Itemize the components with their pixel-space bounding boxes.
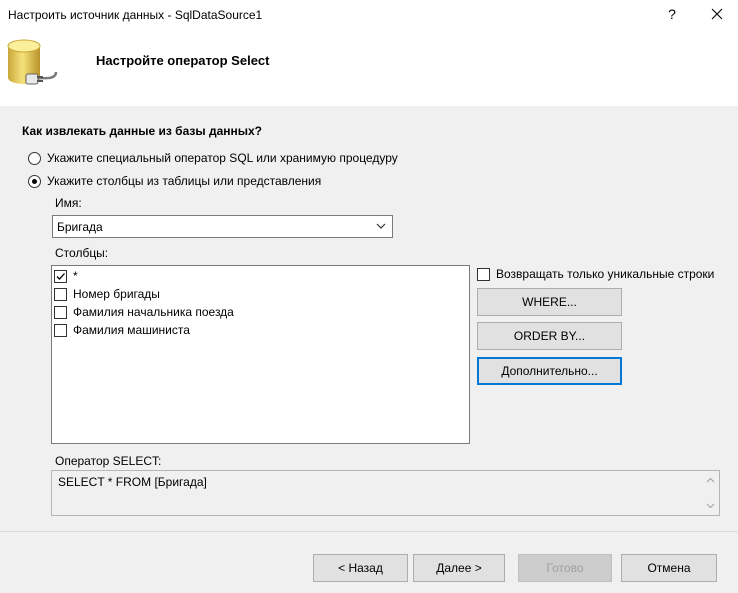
finish-button[interactable]: Готово bbox=[518, 554, 612, 582]
scroll-down-icon[interactable] bbox=[706, 503, 715, 509]
name-label: Имя: bbox=[55, 196, 82, 210]
database-plug-icon bbox=[7, 39, 58, 85]
scroll-up-icon[interactable] bbox=[706, 477, 715, 483]
column-label: Фамилия машиниста bbox=[73, 323, 190, 337]
chevron-down-icon bbox=[376, 223, 386, 229]
next-button[interactable]: Далее > bbox=[413, 554, 505, 582]
select-statement-label: Оператор SELECT: bbox=[55, 454, 162, 468]
wizard-content: Как извлекать данные из базы данных? Ука… bbox=[0, 106, 738, 531]
list-item[interactable]: Фамилия машиниста bbox=[54, 322, 190, 338]
help-button[interactable]: ? bbox=[652, 0, 692, 28]
radio-columns-label: Укажите столбцы из таблицы или представл… bbox=[47, 174, 322, 188]
radio-columns[interactable]: Укажите столбцы из таблицы или представл… bbox=[28, 173, 321, 189]
wizard-footer: < Назад Далее > Готово Отмена bbox=[0, 532, 738, 593]
columns-label: Столбцы: bbox=[55, 246, 109, 260]
column-checkbox[interactable] bbox=[54, 323, 67, 337]
list-item[interactable]: Номер бригады bbox=[54, 286, 160, 302]
radio-custom-sql[interactable]: Укажите специальный оператор SQL или хра… bbox=[28, 150, 398, 166]
select-statement-text: SELECT * FROM [Бригада] bbox=[58, 475, 207, 489]
column-checkbox[interactable] bbox=[54, 287, 67, 301]
unique-rows-checkbox[interactable] bbox=[477, 267, 490, 281]
unique-rows-option[interactable]: Возвращать только уникальные строки bbox=[477, 266, 714, 282]
radio-custom-sql-label: Укажите специальный оператор SQL или хра… bbox=[47, 151, 398, 165]
table-name-value: Бригада bbox=[57, 219, 103, 234]
table-name-select[interactable]: Бригада bbox=[52, 215, 393, 238]
orderby-button[interactable]: ORDER BY... bbox=[477, 322, 622, 350]
wizard-header: Настройте оператор Select bbox=[0, 30, 738, 106]
page-title: Настройте оператор Select bbox=[96, 53, 270, 68]
check-icon bbox=[56, 272, 65, 280]
columns-list[interactable]: * Номер бригады Фамилия начальника поезд… bbox=[51, 265, 470, 444]
close-icon bbox=[711, 8, 722, 20]
title-bar: Настроить источник данных - SqlDataSourc… bbox=[0, 0, 738, 30]
radio-columns-indicator[interactable] bbox=[28, 174, 41, 188]
column-label: Номер бригады bbox=[73, 287, 160, 301]
select-statement-box[interactable]: SELECT * FROM [Бригада] bbox=[51, 470, 720, 516]
unique-rows-label: Возвращать только уникальные строки bbox=[496, 267, 715, 281]
list-item[interactable]: Фамилия начальника поезда bbox=[54, 304, 234, 320]
column-checkbox[interactable] bbox=[54, 305, 67, 319]
cancel-button[interactable]: Отмена bbox=[621, 554, 717, 582]
sql-scrollbar[interactable] bbox=[702, 471, 719, 515]
close-button[interactable] bbox=[695, 0, 738, 28]
column-checkbox[interactable] bbox=[54, 269, 67, 283]
question-label: Как извлекать данные из базы данных? bbox=[22, 124, 262, 138]
advanced-button[interactable]: Дополнительно... bbox=[477, 357, 622, 385]
back-button[interactable]: < Назад bbox=[313, 554, 408, 582]
radio-custom-sql-indicator[interactable] bbox=[28, 151, 41, 165]
column-label: * bbox=[73, 269, 78, 283]
where-button[interactable]: WHERE... bbox=[477, 288, 622, 316]
column-label: Фамилия начальника поезда bbox=[73, 305, 234, 319]
list-item[interactable]: * bbox=[54, 268, 78, 284]
window-title: Настроить источник данных - SqlDataSourc… bbox=[8, 8, 263, 22]
